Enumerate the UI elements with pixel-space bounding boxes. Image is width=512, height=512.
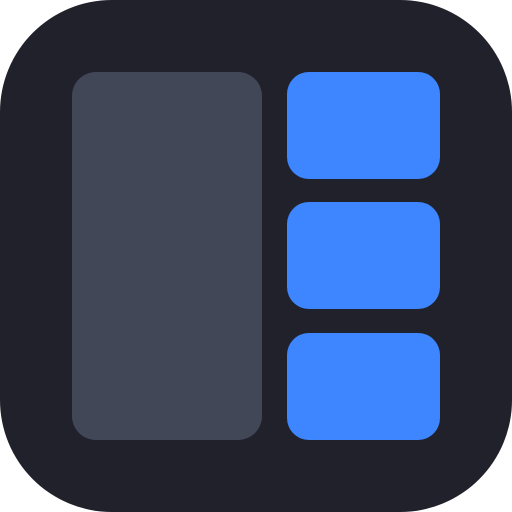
tile-middle xyxy=(287,202,440,309)
tile-top xyxy=(287,72,440,179)
sidebar-panel xyxy=(72,72,262,440)
layout-panels-app-icon xyxy=(0,0,512,512)
tile-bottom xyxy=(287,333,440,440)
